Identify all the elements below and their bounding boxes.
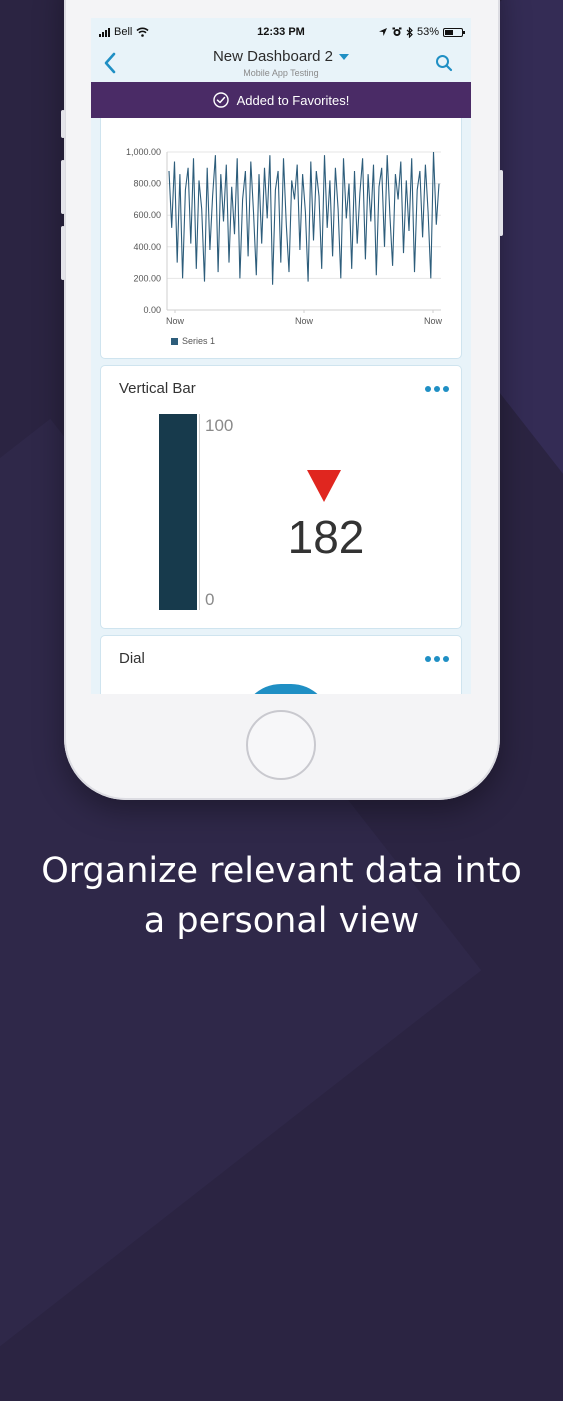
nav-bar: New Dashboard 2 Mobile App Testing bbox=[91, 44, 471, 82]
home-button[interactable] bbox=[246, 710, 316, 780]
bluetooth-icon bbox=[406, 26, 413, 38]
bar-min-label: 0 bbox=[205, 590, 215, 609]
battery-icon bbox=[443, 27, 465, 37]
chevron-down-icon[interactable] bbox=[339, 54, 350, 61]
vertical-bar-card: Vertical Bar 100 0 182 bbox=[101, 366, 461, 628]
dashboard-title[interactable]: New Dashboard 2 bbox=[91, 48, 471, 65]
volume-down-button bbox=[61, 226, 65, 280]
y-tick-label: 800.00 bbox=[133, 179, 161, 189]
x-tick-label: Now bbox=[424, 316, 443, 326]
vertical-bar-axis bbox=[199, 414, 200, 610]
bar-value: 182 bbox=[287, 511, 365, 563]
bar-max-label: 100 bbox=[205, 416, 234, 435]
caption-line-1: Organize relevant data into bbox=[41, 851, 522, 891]
volume-up-button bbox=[61, 160, 65, 214]
vertical-bar-fill bbox=[159, 414, 197, 610]
x-tick-label: Now bbox=[295, 316, 314, 326]
dashboard-title-text: New Dashboard 2 bbox=[212, 48, 334, 65]
check-circle-icon bbox=[212, 92, 229, 108]
trend-down-icon bbox=[307, 470, 341, 502]
battery-percent: 53% bbox=[416, 26, 439, 38]
card-title: Vertical Bar bbox=[119, 380, 196, 397]
legend-label: Series 1 bbox=[182, 336, 216, 346]
more-options-icon[interactable] bbox=[425, 656, 449, 662]
caption-line-2: a personal view bbox=[143, 901, 420, 941]
favorites-banner: Added to Favorites! bbox=[91, 82, 471, 118]
power-button bbox=[499, 170, 503, 236]
chart-legend: Series 1 bbox=[171, 336, 215, 346]
card-title: Dial bbox=[119, 650, 145, 667]
dashboard-subtitle: Mobile App Testing bbox=[243, 68, 319, 78]
mute-switch bbox=[61, 110, 65, 138]
y-tick-label: 400.00 bbox=[133, 242, 161, 252]
more-options-icon[interactable] bbox=[425, 386, 449, 392]
dial-card: Dial bbox=[101, 636, 461, 694]
location-icon bbox=[378, 28, 387, 36]
alarm-icon bbox=[392, 27, 402, 36]
y-tick-label: 600.00 bbox=[133, 210, 161, 220]
y-tick-label: 1,000.00 bbox=[126, 147, 161, 157]
phone-screen: Bell 12:33 PM 53% New Dashboard 2 Mobile… bbox=[91, 18, 471, 694]
x-tick-label: Now bbox=[166, 316, 185, 326]
vertical-bar-track bbox=[159, 414, 197, 610]
battery-level bbox=[445, 29, 454, 35]
line-chart: 1,000.00 800.00 600.00 400.00 200.00 0.00 Now N… bbox=[126, 147, 443, 326]
banner-text: Added to Favorites! bbox=[236, 92, 350, 108]
y-tick-label: 200.00 bbox=[133, 273, 161, 283]
line-chart-card: 1,000.00 800.00 600.00 400.00 200.00 0.00 Now N… bbox=[101, 104, 461, 358]
status-bar: Bell 12:33 PM 53% bbox=[91, 18, 471, 44]
search-icon[interactable] bbox=[435, 54, 453, 72]
dial-gauge bbox=[241, 684, 331, 694]
marketing-caption: Organize relevant data into a personal v… bbox=[0, 846, 563, 946]
series-line bbox=[168, 151, 440, 285]
legend-swatch bbox=[171, 337, 178, 345]
y-tick-label: 0.00 bbox=[143, 305, 161, 315]
